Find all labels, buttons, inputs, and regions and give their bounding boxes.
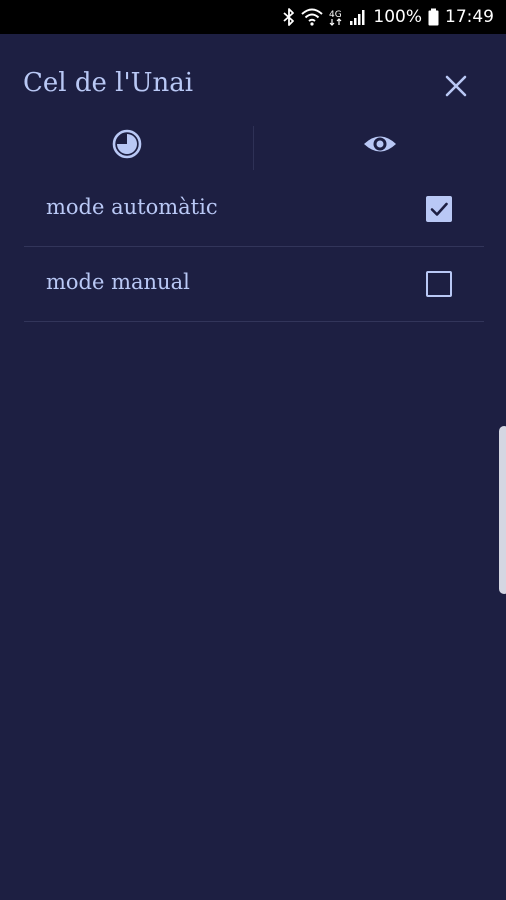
option-label: mode manual bbox=[46, 270, 190, 294]
check-icon bbox=[430, 202, 448, 216]
tab-clock[interactable] bbox=[107, 124, 147, 164]
close-button[interactable] bbox=[440, 70, 472, 102]
battery-icon bbox=[428, 8, 439, 26]
eye-icon bbox=[364, 136, 396, 152]
option-manual-mode[interactable]: mode manual bbox=[24, 246, 484, 322]
option-auto-mode[interactable]: mode automàtic bbox=[24, 171, 484, 247]
wifi-icon bbox=[301, 8, 324, 26]
battery-percent: 100% bbox=[373, 7, 422, 27]
option-label: mode automàtic bbox=[46, 195, 218, 219]
tab-divider bbox=[253, 126, 254, 170]
manual-mode-checkbox[interactable] bbox=[426, 271, 452, 297]
auto-mode-checkbox[interactable] bbox=[426, 196, 452, 222]
clock-icon bbox=[112, 129, 142, 159]
close-icon bbox=[445, 75, 467, 97]
tab-eye[interactable] bbox=[360, 124, 400, 164]
signal-icon bbox=[349, 8, 367, 26]
scrollbar[interactable] bbox=[499, 426, 506, 594]
svg-text:4G: 4G bbox=[329, 10, 342, 20]
network-type-icon: 4G bbox=[329, 8, 343, 26]
status-icons: 4G 100% 17:49 bbox=[283, 0, 494, 34]
clock-time: 17:49 bbox=[445, 7, 494, 27]
status-bar: 4G 100% 17:49 bbox=[0, 0, 506, 34]
screen: 4G 100% 17:49 Cel de l'Unai mode automàt… bbox=[0, 0, 506, 900]
bluetooth-icon bbox=[283, 8, 295, 26]
page-title: Cel de l'Unai bbox=[23, 68, 194, 98]
